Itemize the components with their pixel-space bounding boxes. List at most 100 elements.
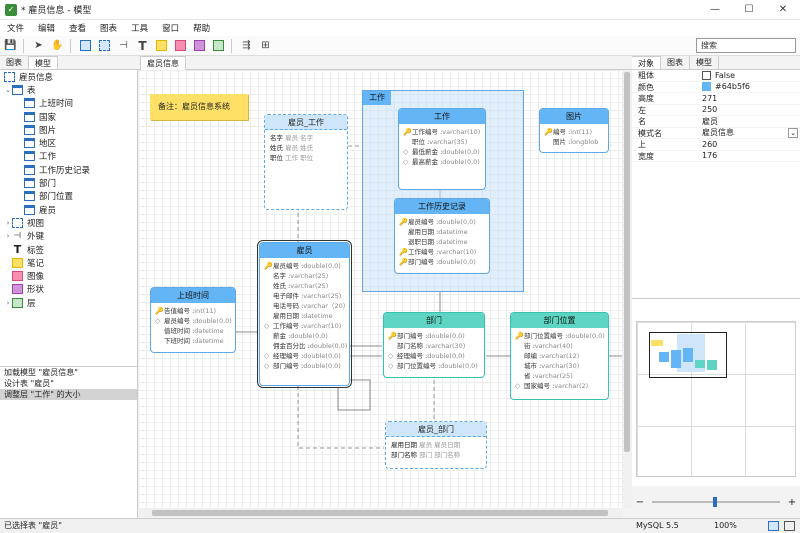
column-row: ◇ 工作编号 : varchar(10) — [264, 321, 345, 331]
zoom-out-icon[interactable]: − — [632, 497, 648, 508]
vertical-scrollbar[interactable] — [622, 70, 632, 508]
color-swatch[interactable] — [702, 82, 711, 92]
note-icon[interactable] — [153, 38, 170, 54]
column-name: 退职日期 : — [408, 238, 439, 246]
tree-item-table[interactable]: 地区 — [0, 136, 137, 149]
table-work-history[interactable]: 工作历史记录 🔑 雇员编号 : double(0,0) 雇用日期 : dateti… — [394, 198, 490, 274]
view-employee-work[interactable]: 雇员_工作 名字 雇员 名字 姓氏 雇员 姓氏 职位 工作 职位 — [264, 114, 348, 210]
tree-item-table[interactable]: 图片 — [0, 123, 137, 136]
expand-arrow-icon[interactable]: › — [4, 299, 12, 307]
navigator-minimap[interactable] — [632, 298, 800, 486]
column-type: double(0,0) — [427, 332, 465, 340]
tree-item-views[interactable]: › 视图 — [0, 216, 137, 229]
property-value[interactable]: 176 — [702, 151, 800, 162]
menu-tools[interactable]: 工具 — [124, 22, 155, 34]
tree-item-table[interactable]: 雇员 — [0, 203, 137, 216]
tree-item-tables[interactable]: ⌄ 表 — [0, 83, 137, 96]
view-title: 雇员_部门 — [386, 422, 486, 437]
table-picture[interactable]: 图片 🔑 编号 : int(11) 图片 : longblob — [539, 108, 609, 153]
horizontal-scrollbar[interactable] — [138, 508, 622, 518]
zoom-in-icon[interactable]: + — [784, 497, 800, 508]
layout-toggle-icon[interactable] — [784, 521, 795, 531]
expand-arrow-icon[interactable]: › — [4, 219, 12, 227]
auto-layout-icon[interactable]: ⇶ — [238, 38, 255, 54]
tree-item-table[interactable]: 部门 — [0, 176, 137, 189]
tab-diagram[interactable]: 图表 — [0, 56, 29, 69]
tab-model-props[interactable]: 模型 — [690, 56, 719, 69]
zoom-slider-handle[interactable] — [713, 497, 718, 507]
table-title: 部门位置 — [511, 313, 608, 328]
diagram-canvas[interactable]: 备注：雇员信息系统 工作 雇员_工作 名字 雇员 名字 姓氏 雇员 姓氏 职位 … — [138, 70, 622, 508]
tree-item-notes[interactable]: 笔记 — [0, 256, 137, 269]
scroll-thumb[interactable] — [152, 510, 608, 516]
new-table-icon[interactable] — [77, 38, 94, 54]
tab-model[interactable]: 模型 — [29, 56, 58, 69]
tree-label: 雇员信息 — [19, 72, 54, 83]
table-department[interactable]: 部门 🔑 部门编号 : double(0,0) 部门名称 : varchar(30… — [383, 312, 485, 378]
menu-window[interactable]: 窗口 — [155, 22, 186, 34]
minimize-button[interactable]: — — [698, 0, 732, 20]
view-employee-department[interactable]: 雇员_部门 雇用日期 雇员 雇员日期 部门名称 部门 部门名称 — [385, 421, 487, 469]
property-value[interactable]: #64b5f6 — [715, 81, 750, 93]
table-icon — [24, 111, 35, 122]
property-value[interactable]: 250 — [702, 105, 800, 116]
property-value[interactable]: 雇员 — [702, 116, 800, 127]
hand-icon[interactable]: ✋ — [49, 38, 66, 54]
tree-item-model[interactable]: 雇员信息 — [0, 70, 137, 83]
pointer-icon[interactable]: ➤ — [30, 38, 47, 54]
zoom-slider[interactable] — [652, 497, 780, 507]
expand-arrow-icon[interactable]: › — [4, 232, 12, 240]
tree-item-table[interactable]: 工作 — [0, 150, 137, 163]
property-value[interactable]: 雇员信息 — [702, 127, 734, 139]
menu-view[interactable]: 查看 — [62, 22, 93, 34]
property-value[interactable]: 260 — [702, 139, 800, 150]
table-employee-selected[interactable]: 雇员 🔑 雇员编号 : double(0,0) 名字 : varchar(25) … — [257, 240, 352, 388]
save-icon[interactable]: 💾 — [2, 38, 19, 54]
menu-diagram[interactable]: 图表 — [93, 22, 124, 34]
note-box[interactable]: 备注：雇员信息系统 — [150, 94, 248, 120]
minimap-viewport[interactable] — [649, 332, 727, 378]
dropdown-arrow-icon[interactable]: ⌄ — [788, 127, 798, 138]
table-work-time[interactable]: 上班时间 🔑 告值编号 : int(11) ◇ 雇员编号 : double(0,0)… — [150, 287, 236, 353]
new-view-icon[interactable] — [96, 38, 113, 54]
tab-object[interactable]: 对象 — [632, 56, 661, 69]
menu-help[interactable]: 帮助 — [186, 22, 217, 34]
checkbox[interactable] — [702, 70, 711, 80]
tree-item-table[interactable]: 工作历史记录 — [0, 163, 137, 176]
label-icon[interactable]: T — [134, 38, 151, 54]
tree-item-foreign-keys[interactable]: › ⊣ 外键 — [0, 230, 137, 243]
scroll-thumb[interactable] — [624, 72, 630, 452]
tree-item-table[interactable]: 上班时间 — [0, 97, 137, 110]
tree-item-table[interactable]: 部门位置 — [0, 190, 137, 203]
column-row: 雇用日期 : datetime — [399, 227, 485, 237]
close-button[interactable]: ✕ — [766, 0, 800, 20]
column-type: double(0,0) — [438, 218, 476, 226]
tree-item-table[interactable]: 国家 — [0, 110, 137, 123]
tab-diagram-props[interactable]: 图表 — [661, 56, 690, 69]
tree-item-labels[interactable]: T 标签 — [0, 243, 137, 256]
expand-arrow-icon[interactable]: ⌄ — [4, 86, 12, 94]
tree-item-shapes[interactable]: 形状 — [0, 283, 137, 296]
column-name: 省 : — [524, 372, 535, 380]
shape-icon[interactable] — [191, 38, 208, 54]
layout-toggle-icon[interactable] — [768, 521, 779, 531]
properties-panel: 粗体 False 颜色 #64b5f6 高度 271 左 250 名 雇员 模式名 雇员信息… — [632, 70, 800, 298]
table-department-location[interactable]: 部门位置 🔑 部门位置编号 : double(0,0) 街 : varchar(4… — [510, 312, 609, 400]
tree-item-images[interactable]: 图像 — [0, 269, 137, 282]
tree-item-layers[interactable]: › 层 — [0, 296, 137, 309]
foreign-key-icon[interactable]: ⊣ — [115, 38, 132, 54]
maximize-button[interactable]: ☐ — [732, 0, 766, 20]
view-title: 雇员_工作 — [265, 115, 347, 130]
column-name: 部门位置编号 : — [397, 362, 441, 370]
tab-diagram-employee[interactable]: 雇员信息 — [140, 56, 186, 70]
menu-edit[interactable]: 编辑 — [31, 22, 62, 34]
align-icon[interactable]: ⊞ — [257, 38, 274, 54]
search-input[interactable]: 搜索 — [696, 38, 796, 53]
menu-file[interactable]: 文件 — [0, 22, 31, 34]
diamond-icon: ◇ — [403, 158, 409, 166]
table-work[interactable]: 工作 🔑 工作编号 : varchar(10) 职位 : varchar(35) … — [398, 108, 486, 190]
layer-icon[interactable] — [210, 38, 227, 54]
column-type: varchar(12) — [541, 352, 580, 360]
property-value[interactable]: 271 — [702, 93, 800, 104]
image-icon[interactable] — [172, 38, 189, 54]
